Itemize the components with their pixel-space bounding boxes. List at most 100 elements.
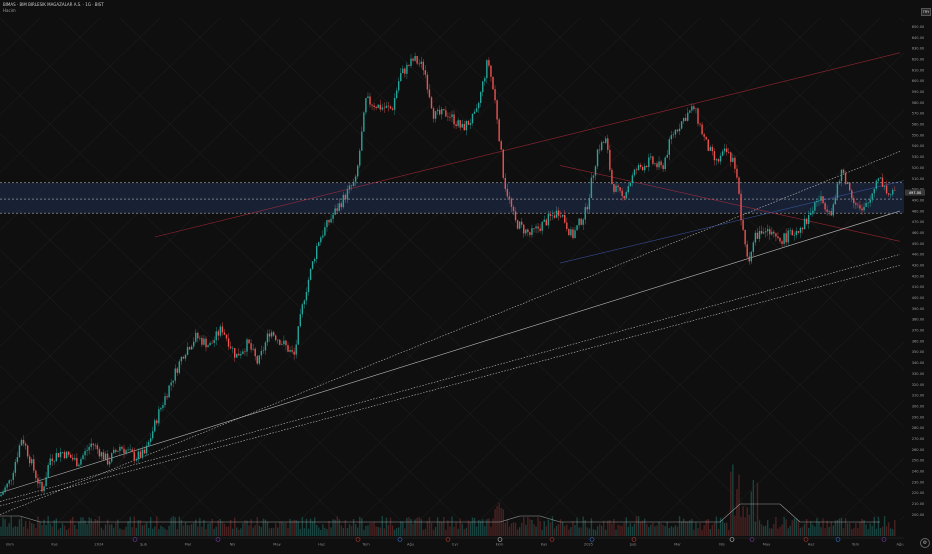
volume-bar: [88, 517, 90, 536]
candle-body: [615, 185, 617, 192]
candle-body: [418, 63, 420, 65]
candle-body: [543, 219, 545, 222]
candle-body: [4, 487, 6, 493]
candle-body: [488, 60, 490, 66]
candle-body: [654, 163, 656, 164]
candle-body: [648, 157, 650, 168]
price-tick-label: 320.00: [912, 383, 925, 387]
volume-bar: [102, 529, 105, 536]
candle-body: [432, 108, 435, 119]
volume-bar: [625, 517, 627, 536]
volume-bar: [346, 528, 349, 536]
time-tick-label: Nis: [719, 543, 725, 547]
candle-body: [703, 134, 705, 137]
candle-body: [666, 154, 668, 158]
volume-bar: [100, 527, 103, 536]
volume-bar: [695, 522, 697, 536]
candle-body: [617, 185, 619, 188]
volume-bar: [853, 527, 855, 536]
candle-body: [190, 346, 193, 350]
candle-body: [16, 457, 19, 463]
candle-body: [119, 446, 121, 451]
candle-body: [297, 326, 299, 345]
volume-bar: [685, 521, 687, 536]
volume-bar: [137, 520, 140, 536]
candle-body: [650, 156, 652, 158]
candle-body: [98, 449, 101, 457]
volume-bar: [865, 524, 867, 536]
volume-bar: [871, 525, 873, 536]
volume-bar: [311, 521, 314, 536]
candlestick-chart[interactable]: 200.00 210.00 220.00 230.00 240.00 250.00 260.…: [0, 0, 932, 550]
currency-badge[interactable]: TRY: [921, 8, 931, 16]
volume-bar: [750, 491, 752, 536]
price-tick-label: 570.00: [912, 112, 925, 116]
candle-body: [201, 337, 203, 345]
volume-bar: [707, 519, 709, 536]
grid-line: [419, 25, 932, 521]
candle-body: [309, 268, 312, 280]
volume-bar: [529, 519, 531, 536]
candle-body: [395, 90, 398, 99]
volume-bar: [564, 526, 566, 536]
volume-bar: [67, 528, 70, 536]
volume-bar: [576, 517, 578, 536]
volume-bar: [785, 519, 787, 536]
volume-bar: [885, 526, 888, 536]
candle-body: [391, 108, 394, 110]
volume-bar: [498, 502, 500, 536]
price-tick-label: 300.00: [912, 404, 925, 408]
volume-bar: [799, 527, 802, 536]
volume-bar: [217, 520, 219, 536]
candle-body: [108, 461, 111, 465]
candle-body: [580, 218, 582, 225]
volume-bar: [129, 516, 131, 536]
settings-gear-icon[interactable]: ⚙: [920, 538, 930, 548]
candle-body: [728, 151, 730, 153]
volume-bar: [133, 516, 135, 536]
volume-bar: [892, 529, 894, 536]
volume-bar: [590, 518, 593, 536]
candle-body: [467, 121, 470, 125]
volume-bar: [744, 517, 746, 536]
candle-body: [871, 193, 873, 200]
volume-bar: [80, 517, 82, 536]
volume-bar: [12, 527, 14, 536]
volume-bar: [572, 521, 574, 536]
candle-body: [797, 230, 800, 233]
volume-bar: [609, 520, 611, 536]
candle-body: [299, 314, 301, 327]
volume-bar: [496, 506, 498, 536]
candle-body: [184, 354, 187, 359]
volume-bar: [367, 525, 369, 536]
chart-canvas[interactable]: 200.00 210.00 220.00 230.00 240.00 250.00 260.…: [0, 0, 932, 550]
candle-body: [430, 97, 433, 109]
candle-body: [51, 458, 53, 462]
volume-bar: [535, 526, 537, 536]
candle-body: [549, 214, 552, 217]
volume-bar: [762, 526, 765, 536]
candle-body: [603, 142, 605, 143]
candle-body: [883, 185, 886, 187]
volume-bar: [455, 522, 457, 536]
volume-bar: [16, 526, 19, 536]
candle-body: [143, 449, 146, 454]
candle-body: [424, 70, 427, 75]
trendline-lower: [0, 254, 901, 502]
candle-body: [219, 326, 222, 336]
candle-body: [311, 261, 314, 269]
volume-bar: [598, 523, 601, 536]
candle-body: [26, 445, 29, 457]
grid-line: [419, 17, 932, 513]
candle-body: [346, 189, 349, 200]
volume-bar: [35, 528, 37, 536]
price-tick-label: 470.00: [912, 220, 925, 224]
volume-bar: [781, 524, 783, 536]
volume-bar: [41, 524, 43, 536]
candle-body: [838, 181, 841, 184]
volume-bar: [805, 518, 808, 536]
candle-body: [131, 449, 133, 452]
volume-bar: [398, 527, 400, 536]
volume-bar: [361, 518, 363, 536]
candle-body: [658, 161, 660, 168]
